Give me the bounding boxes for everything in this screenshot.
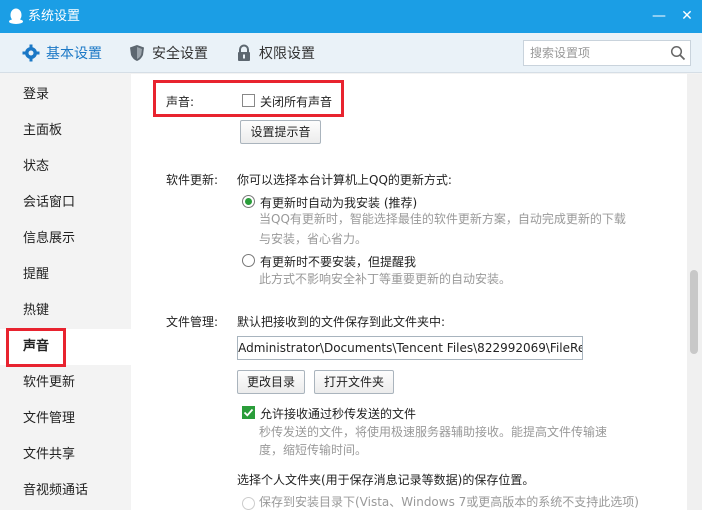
sidebar-item-software-update[interactable]: 软件更新 bbox=[0, 365, 131, 401]
sidebar-item-av-call[interactable]: 音视频通话 bbox=[0, 473, 131, 509]
allow-flash-transfer-checkbox[interactable] bbox=[242, 406, 255, 419]
auto-install-hint: 当QQ有更新时，智能选择最佳的软件更新方案，自动完成更新的下载 bbox=[259, 212, 626, 226]
personal-folder-description: 选择个人文件夹(用于保存消息记录等数据)的保存位置。 bbox=[237, 473, 535, 487]
search-box bbox=[523, 40, 691, 66]
checkmark-icon bbox=[242, 406, 255, 419]
sound-highlight-box bbox=[153, 80, 344, 117]
sidebar-item-info-display[interactable]: 信息展示 bbox=[0, 221, 131, 257]
update-label: 软件更新: bbox=[166, 173, 219, 187]
receive-path-input[interactable] bbox=[238, 339, 582, 357]
sidebar-item-reminder[interactable]: 提醒 bbox=[0, 257, 131, 293]
auto-install-radio[interactable] bbox=[242, 195, 255, 208]
window-title: 系统设置 bbox=[28, 9, 81, 24]
sidebar-item-chat-window[interactable]: 会话窗口 bbox=[0, 185, 131, 221]
sound-settings-button[interactable]: 设置提示音 bbox=[240, 120, 321, 144]
shield-icon bbox=[130, 45, 144, 61]
sidebar-item-login[interactable]: 登录 bbox=[0, 77, 131, 113]
install-dir-option: 保存到安装目录下(Vista、Windows 7或更高版本的系统不支持此选项) bbox=[259, 495, 639, 509]
open-folder-button[interactable]: 打开文件夹 bbox=[314, 370, 394, 394]
tab-security-settings[interactable]: 安全设置 bbox=[128, 33, 208, 73]
lock-icon bbox=[238, 44, 250, 61]
scrollbar-thumb[interactable] bbox=[690, 270, 698, 354]
notify-only-hint: 此方式不影响安全补丁等重要更新的自动安装。 bbox=[259, 272, 512, 286]
qq-penguin-icon bbox=[9, 8, 23, 24]
auto-install-hint-2: 与安装，省心省力。 bbox=[259, 232, 368, 246]
file-management-label: 文件管理: bbox=[166, 315, 219, 329]
sidebar-sound-highlight-box bbox=[6, 328, 66, 367]
tab-label: 安全设置 bbox=[152, 46, 208, 62]
content-scrollbar[interactable] bbox=[687, 74, 702, 510]
tab-label: 基本设置 bbox=[46, 46, 102, 62]
sidebar-item-status[interactable]: 状态 bbox=[0, 149, 131, 185]
tab-permission-settings[interactable]: 权限设置 bbox=[235, 33, 315, 73]
settings-content: 声音: 关闭所有声音 设置提示音 软件更新: 你可以选择本台计算机上QQ的更新方… bbox=[131, 74, 687, 510]
receive-path-box bbox=[237, 336, 583, 360]
allow-flash-transfer-label: 允许接收通过秒传发送的文件 bbox=[260, 407, 417, 421]
close-button[interactable]: ✕ bbox=[676, 6, 698, 26]
gear-icon bbox=[22, 44, 40, 62]
update-description: 你可以选择本台计算机上QQ的更新方式: bbox=[237, 173, 452, 187]
sidebar-item-file-sharing[interactable]: 文件共享 bbox=[0, 437, 131, 473]
flash-transfer-hint: 秒传发送的文件，将使用极速服务器辅助接收。能提高文件传输速 bbox=[259, 425, 608, 439]
flash-transfer-hint-2: 度，缩短传输时间。 bbox=[259, 443, 368, 457]
change-directory-button[interactable]: 更改目录 bbox=[237, 370, 305, 394]
settings-nav: 基本设置 安全设置 权限设置 bbox=[0, 33, 702, 73]
sidebar-item-file-management[interactable]: 文件管理 bbox=[0, 401, 131, 437]
minimize-button[interactable]: — bbox=[648, 6, 670, 26]
notify-only-label: 有更新时不要安装，但提醒我 bbox=[260, 255, 417, 269]
sidebar-item-main-panel[interactable]: 主面板 bbox=[0, 113, 131, 149]
title-bar: 系统设置 — ✕ bbox=[0, 0, 702, 33]
tab-basic-settings[interactable]: 基本设置 bbox=[22, 33, 102, 73]
search-input[interactable] bbox=[530, 44, 666, 62]
tab-label: 权限设置 bbox=[259, 46, 315, 62]
install-dir-radio[interactable] bbox=[242, 497, 255, 510]
sidebar-item-hotkeys[interactable]: 热键 bbox=[0, 293, 131, 329]
notify-only-radio[interactable] bbox=[242, 254, 255, 267]
search-icon[interactable] bbox=[670, 45, 686, 61]
settings-sidebar: 登录 主面板 状态 会话窗口 信息展示 提醒 热键 声音 软件更新 文件管理 文… bbox=[0, 74, 131, 510]
file-save-description: 默认把接收到的文件保存到此文件夹中: bbox=[237, 315, 446, 329]
